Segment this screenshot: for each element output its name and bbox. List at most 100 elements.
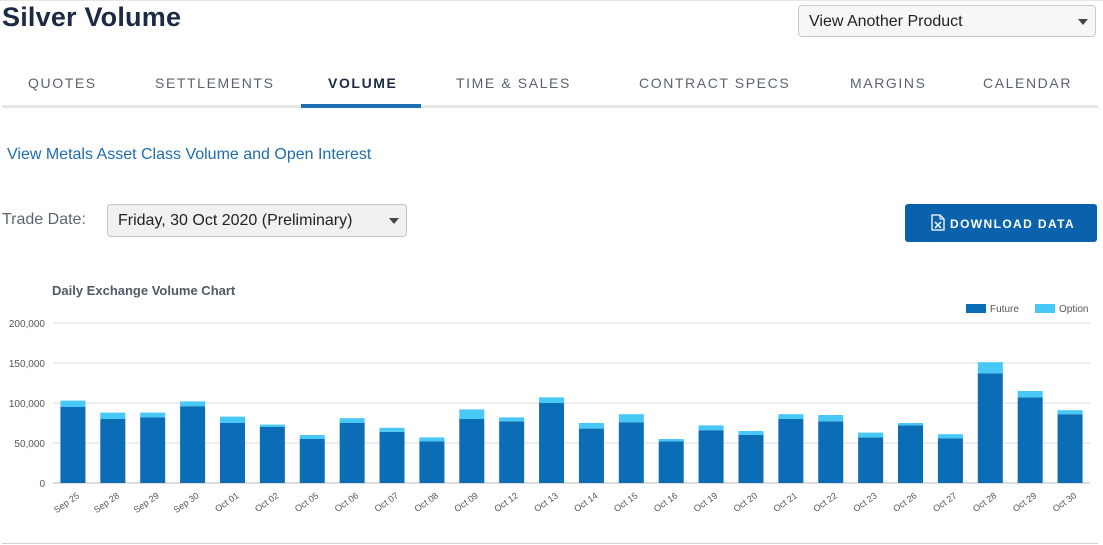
y-tick-label: 0 (39, 479, 45, 490)
bar-option (100, 412, 126, 419)
trade-date-select[interactable]: Friday, 30 Oct 2020 (Preliminary) (107, 204, 407, 237)
bar-option (259, 424, 285, 427)
bar-option (60, 400, 86, 407)
tab-bar-divider (2, 105, 1098, 108)
bar-option (778, 414, 804, 419)
x-tick-label: Oct 02 (253, 490, 280, 513)
x-tick-label: Oct 20 (732, 490, 759, 513)
y-tick-label: 50,000 (14, 439, 45, 450)
bar-future (778, 419, 804, 483)
tab-time-and-sales[interactable]: TIME & SALES (456, 75, 571, 91)
volume-chart: 0 50,000 100,000 150,000 200,000 Sep 25 Sep 28… (9, 304, 1090, 515)
tab-calendar[interactable]: CALENDAR (983, 75, 1072, 91)
download-data-button[interactable]: DOWNLOAD DATA (905, 204, 1097, 242)
x-tick-label: Sep 29 (132, 490, 161, 515)
tab-quotes[interactable]: QUOTES (28, 75, 97, 91)
x-tick-label: Oct 29 (1011, 490, 1038, 513)
x-tick-label: Oct 15 (612, 490, 639, 513)
x-tick-label: Oct 13 (532, 490, 559, 513)
x-tick-label: Oct 12 (492, 490, 519, 513)
bar-future (459, 419, 485, 483)
view-another-product-select[interactable]: View Another Product (798, 5, 1096, 37)
bar-future (379, 431, 405, 483)
bar-option (140, 412, 166, 418)
bar-future (60, 407, 86, 483)
tab-bar: QUOTES SETTLEMENTS VOLUME TIME & SALES C… (0, 60, 1100, 108)
tab-margins[interactable]: MARGINS (850, 75, 927, 91)
bar-option (618, 414, 644, 423)
x-tick-label: Oct 06 (333, 490, 360, 513)
bar-option (539, 397, 565, 403)
y-tick-label: 200,000 (9, 319, 46, 330)
x-tick-label: Sep 25 (52, 490, 81, 515)
active-tab-indicator (301, 104, 421, 108)
bar-future (658, 441, 684, 483)
x-tick-label: Oct 14 (572, 490, 599, 513)
bar-option (937, 434, 963, 439)
x-tick-label: Oct 23 (851, 490, 878, 513)
product-select-value: View Another Product (809, 13, 963, 30)
x-tick-label: Oct 01 (213, 490, 240, 513)
bar-option (1057, 410, 1083, 415)
x-tick-label: Oct 09 (452, 490, 479, 513)
bar-future (1017, 397, 1043, 483)
tab-contract-specs[interactable]: CONTRACT SPECS (639, 75, 790, 91)
bar-option (858, 432, 884, 438)
bar-future (419, 441, 445, 483)
bar-future (898, 425, 924, 483)
bar-option (738, 431, 764, 435)
x-tick-label: Oct 27 (931, 490, 958, 513)
x-tick-label: Oct 30 (1051, 490, 1078, 513)
bar-option (379, 427, 405, 432)
x-tick-label: Oct 05 (293, 490, 320, 513)
x-tick-label: Oct 19 (692, 490, 719, 513)
tab-volume[interactable]: VOLUME (328, 75, 398, 91)
bar-future (140, 417, 166, 483)
bar-future (1057, 414, 1083, 483)
bar-future (738, 435, 764, 483)
bar-option (578, 423, 604, 429)
bar-future (219, 423, 245, 483)
x-tick-label: Oct 26 (891, 490, 918, 513)
bar-future (578, 428, 604, 483)
x-tick-label: Oct 28 (971, 490, 998, 513)
bar-option (459, 409, 485, 419)
bar-future (339, 423, 365, 483)
bar-future (818, 421, 844, 483)
chevron-down-icon (389, 218, 399, 224)
bar-future (299, 439, 325, 483)
legend-label-option: Option (1059, 304, 1088, 315)
legend-label-future: Future (990, 304, 1019, 315)
bar-option (499, 417, 525, 422)
bar-future (259, 427, 285, 483)
bar-future (937, 438, 963, 483)
bar-option (977, 362, 1003, 374)
bar-future (977, 373, 1003, 483)
y-tick-label: 150,000 (9, 359, 46, 370)
bar-future (180, 406, 206, 483)
x-tick-label: Oct 21 (772, 490, 799, 513)
bar-option (219, 416, 245, 423)
bar-future (100, 419, 126, 483)
page-title: Silver Volume (2, 2, 182, 32)
bar-option (898, 423, 924, 426)
trade-date-label: Trade Date: (2, 211, 86, 228)
metals-volume-link[interactable]: View Metals Asset Class Volume and Open … (7, 146, 371, 164)
tab-settlements[interactable]: SETTLEMENTS (155, 75, 275, 91)
y-tick-label: 100,000 (9, 399, 46, 410)
download-data-label: DOWNLOAD DATA (950, 217, 1076, 231)
x-tick-label: Sep 30 (172, 490, 201, 515)
x-tick-label: Oct 08 (413, 490, 440, 513)
bar-future (698, 430, 724, 483)
bar-future (858, 437, 884, 483)
legend-swatch-option (1035, 304, 1055, 313)
legend-swatch-future (966, 304, 986, 313)
x-tick-label: Oct 07 (373, 490, 400, 513)
bar-option (299, 435, 325, 439)
bar-option (180, 401, 206, 407)
chevron-down-icon (1078, 19, 1088, 25)
trade-date-value: Friday, 30 Oct 2020 (Preliminary) (118, 212, 353, 229)
bar-option (419, 437, 445, 442)
bar-option (658, 439, 684, 442)
bar-option (339, 418, 365, 423)
